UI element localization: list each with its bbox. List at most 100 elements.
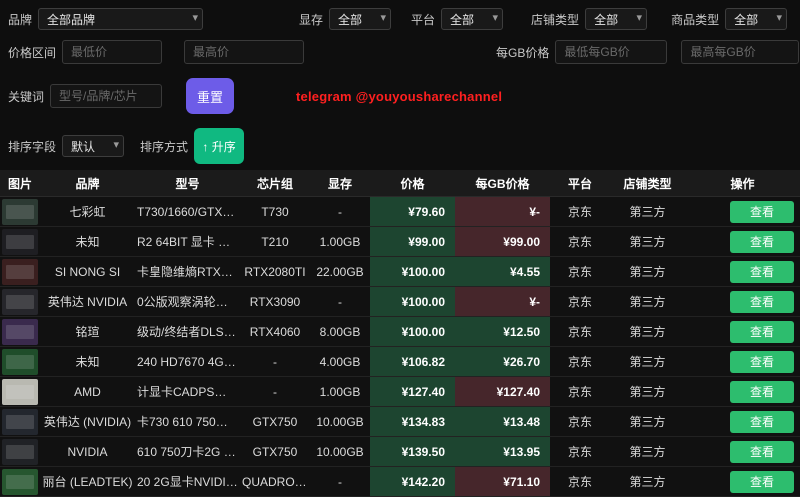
table-row: 英伟达 (NVIDIA) 卡730 610 750刀卡2G独 GTX750 10… <box>0 407 800 437</box>
row-model: 卡皇隐维熵RTX2080他好 <box>135 263 240 280</box>
row-platform: 京东 <box>550 353 610 370</box>
row-platform: 京东 <box>550 443 610 460</box>
table-body: 七彩虹 T730/1660/GTX1060/独 T730 - ¥79.60 ¥-… <box>0 197 800 497</box>
row-per-gb: ¥- <box>455 287 550 316</box>
gpu-thumbnail <box>2 229 38 255</box>
row-chipset: QUADROK600 <box>240 475 310 489</box>
column-header-4: 显存 <box>310 175 370 192</box>
row-platform: 京东 <box>550 323 610 340</box>
row-platform: 京东 <box>550 203 610 220</box>
view-button[interactable]: 查看 <box>730 291 794 313</box>
row-price: ¥134.83 <box>370 407 455 436</box>
row-vram: 22.00GB <box>310 265 370 279</box>
product-type-select[interactable]: 全部 ▾ <box>725 8 787 30</box>
row-shop-type: 第三方 <box>610 443 685 460</box>
row-brand: 未知 <box>40 233 135 250</box>
row-per-gb: ¥99.00 <box>455 227 550 256</box>
row-platform: 京东 <box>550 293 610 310</box>
table-row: 铭瑄 级动/终结者DLSS 3 独显 RTX4060 8.00GB ¥100.0… <box>0 317 800 347</box>
brand-select-value: 全部品牌 <box>47 11 95 28</box>
column-header-5: 价格 <box>370 175 455 192</box>
row-brand: 七彩虹 <box>40 203 135 220</box>
row-brand: NVIDIA <box>40 445 135 459</box>
view-button[interactable]: 查看 <box>730 261 794 283</box>
row-per-gb: ¥13.95 <box>455 437 550 466</box>
row-model: 240 HD7670 4G电脑游戏 <box>135 353 240 370</box>
sort-field-select-value: 默认 <box>71 138 95 155</box>
gpu-thumbnail <box>2 469 38 495</box>
row-vram: 10.00GB <box>310 445 370 459</box>
row-model: 20 2G显卡NVIDIA图形显 <box>135 473 240 490</box>
row-price: ¥142.20 <box>370 467 455 496</box>
column-header-1: 品牌 <box>40 175 135 192</box>
gpu-thumbnail <box>2 259 38 285</box>
view-button[interactable]: 查看 <box>730 231 794 253</box>
brand-select[interactable]: 全部品牌 ▾ <box>38 8 203 30</box>
filter-row-keyword: 关键词 重置 telegram @youyousharechannel <box>8 78 800 114</box>
table-row: 未知 R2 64BIT 显卡 办公显卡 T210 1.00GB ¥99.00 ¥… <box>0 227 800 257</box>
row-vram: 1.00GB <box>310 235 370 249</box>
row-vram: - <box>310 205 370 219</box>
watermark-text: telegram @youyousharechannel <box>296 89 502 104</box>
row-brand: 未知 <box>40 353 135 370</box>
column-header-8: 店铺类型 <box>610 175 685 192</box>
gpu-thumbnail <box>2 319 38 345</box>
row-platform: 京东 <box>550 233 610 250</box>
row-brand: 铭瑄 <box>40 323 135 340</box>
reset-button[interactable]: 重置 <box>186 78 234 114</box>
keyword-label: 关键词 <box>8 88 44 105</box>
vram-select-value: 全部 <box>338 11 362 28</box>
price-min-input[interactable] <box>62 40 162 64</box>
view-button[interactable]: 查看 <box>730 321 794 343</box>
results-table: 图片品牌型号芯片组显存价格每GB价格平台店铺类型操作 七彩虹 T730/1660… <box>0 170 800 497</box>
gpu-thumbnail <box>2 199 38 225</box>
column-header-2: 型号 <box>135 175 240 192</box>
row-vram: - <box>310 295 370 309</box>
chevron-down-icon: ▾ <box>113 138 119 151</box>
sort-field-label: 排序字段 <box>8 138 56 155</box>
row-chipset: RTX3090 <box>240 295 310 309</box>
view-button[interactable]: 查看 <box>730 381 794 403</box>
view-button[interactable]: 查看 <box>730 201 794 223</box>
vram-label: 显存 <box>299 11 323 28</box>
row-brand: AMD <box>40 385 135 399</box>
row-vram: 4.00GB <box>310 355 370 369</box>
table-row: 未知 240 HD7670 4G电脑游戏 - 4.00GB ¥106.82 ¥2… <box>0 347 800 377</box>
column-header-7: 平台 <box>550 175 610 192</box>
per-gb-range-label: 每GB价格 <box>496 44 549 61</box>
platform-select[interactable]: 全部 ▾ <box>441 8 503 30</box>
row-model: 计显卡CADPS平面绘图 <box>135 383 240 400</box>
per-gb-max-input[interactable] <box>681 40 799 64</box>
view-button[interactable]: 查看 <box>730 441 794 463</box>
row-chipset: GTX750 <box>240 445 310 459</box>
view-button[interactable]: 查看 <box>730 471 794 493</box>
row-price: ¥100.00 <box>370 287 455 316</box>
gpu-thumbnail <box>2 289 38 315</box>
row-model: 级动/终结者DLSS 3 独显 <box>135 323 240 340</box>
row-brand: 英伟达 NVIDIA <box>40 293 135 310</box>
product-type-select-value: 全部 <box>734 11 758 28</box>
view-button[interactable]: 查看 <box>730 351 794 373</box>
row-price: ¥100.00 <box>370 257 455 286</box>
price-max-input[interactable] <box>184 40 304 64</box>
row-per-gb: ¥4.55 <box>455 257 550 286</box>
per-gb-min-input[interactable] <box>555 40 667 64</box>
table-row: 丽台 (LEADTEK) 20 2G显卡NVIDIA图形显 QUADROK600… <box>0 467 800 497</box>
view-button[interactable]: 查看 <box>730 411 794 433</box>
shop-type-select[interactable]: 全部 ▾ <box>585 8 647 30</box>
platform-label: 平台 <box>411 11 435 28</box>
row-chipset: GTX750 <box>240 415 310 429</box>
vram-select[interactable]: 全部 ▾ <box>329 8 391 30</box>
shop-type-label: 店铺类型 <box>531 11 579 28</box>
table-row: SI NONG SI 卡皇隐维熵RTX2080他好 RTX2080TI 22.0… <box>0 257 800 287</box>
sort-ascending-button[interactable]: ↑ 升序 <box>194 128 244 164</box>
row-per-gb: ¥12.50 <box>455 317 550 346</box>
gpu-thumbnail <box>2 349 38 375</box>
keyword-input[interactable] <box>50 84 162 108</box>
row-model: 610 750刀卡2G DDR3独 <box>135 443 240 460</box>
row-chipset: T730 <box>240 205 310 219</box>
row-shop-type: 第三方 <box>610 263 685 280</box>
sort-field-select[interactable]: 默认 ▾ <box>62 135 124 157</box>
platform-select-value: 全部 <box>450 11 474 28</box>
row-platform: 京东 <box>550 413 610 430</box>
